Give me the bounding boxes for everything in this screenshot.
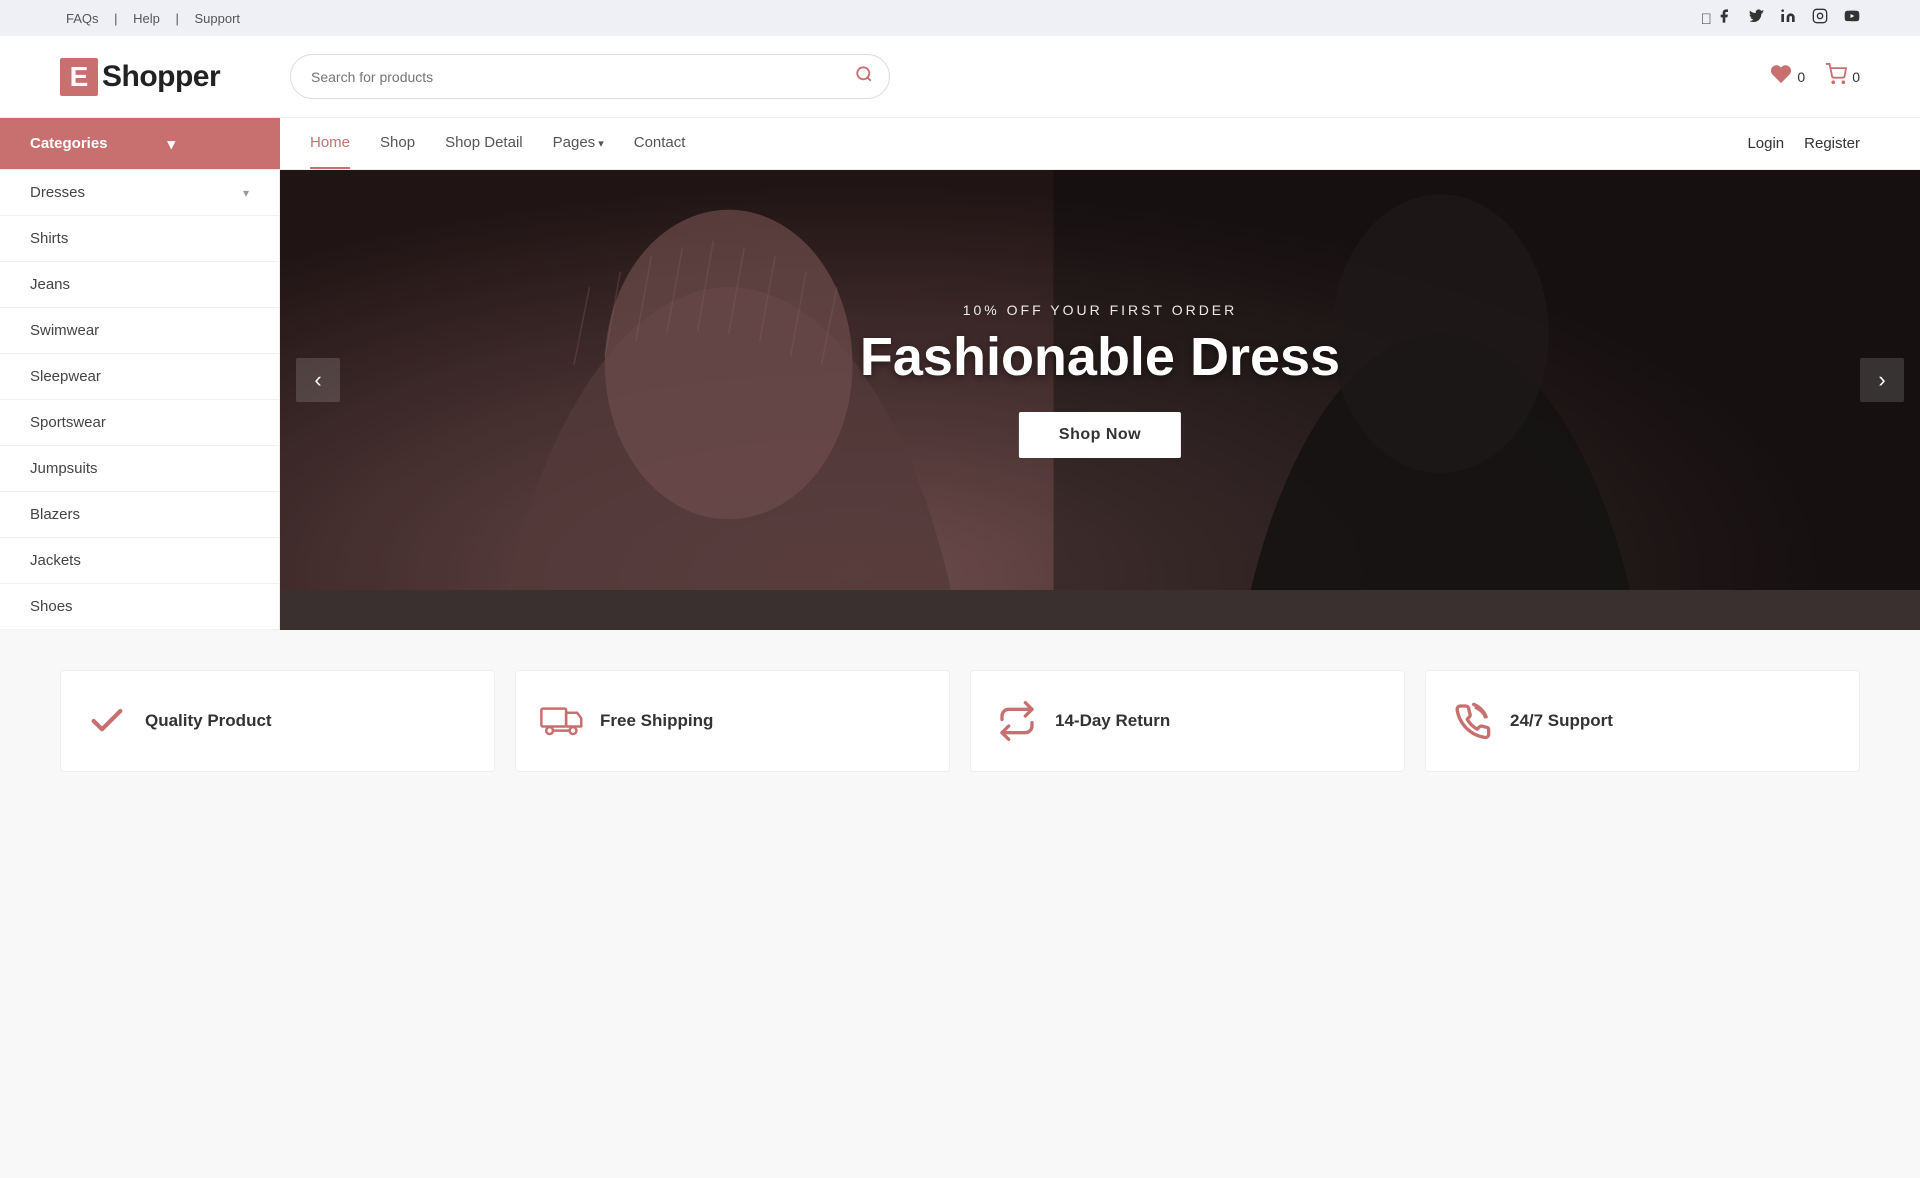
help-link[interactable]: Help (133, 11, 160, 26)
sidebar-item-sportswear[interactable]: Sportswear (0, 400, 279, 446)
youtube-icon[interactable] (1844, 8, 1860, 28)
return-label: 14-Day Return (1055, 711, 1170, 731)
sidebar-item-swimwear[interactable]: Swimwear (0, 308, 279, 354)
top-bar-social:  (1701, 8, 1860, 28)
sidebar-item-label: Jackets (30, 552, 81, 569)
header-actions: 0 0 (1770, 63, 1860, 90)
hero-content: 10% OFF YOUR FIRST ORDER Fashionable Dre… (860, 302, 1340, 457)
nav-pages[interactable]: Pages (553, 118, 604, 169)
wishlist-count: 0 (1797, 69, 1805, 85)
categories-chevron-icon: ▾ (168, 135, 176, 153)
nav-links: Home Shop Shop Detail Pages Contact (280, 118, 1747, 169)
features-section: Quality Product Free Shipping 14-Day Ret… (0, 630, 1920, 812)
sidebar-item-shoes[interactable]: Shoes (0, 584, 279, 630)
shipping-label: Free Shipping (600, 711, 713, 731)
wishlist-button[interactable]: 0 (1770, 63, 1805, 90)
sidebar-item-dresses[interactable]: Dresses ▾ (0, 170, 279, 216)
login-link[interactable]: Login (1747, 135, 1784, 152)
header: E Shopper 0 0 (0, 36, 1920, 118)
hero-subtitle: 10% OFF YOUR FIRST ORDER (860, 302, 1340, 318)
sidebar-item-label: Shoes (30, 598, 73, 615)
nav-contact[interactable]: Contact (634, 118, 686, 169)
sidebar-item-label: Sportswear (30, 414, 106, 431)
nav-shop-detail[interactable]: Shop Detail (445, 118, 523, 169)
sidebar-item-shirts[interactable]: Shirts (0, 216, 279, 262)
sidebar-item-label: Blazers (30, 506, 80, 523)
categories-button[interactable]: Categories ▾ (0, 118, 280, 169)
sidebar: Dresses ▾ Shirts Jeans Swimwear Sleepwea… (0, 170, 280, 630)
sidebar-item-blazers[interactable]: Blazers (0, 492, 279, 538)
linkedin-icon[interactable] (1780, 8, 1796, 28)
sidebar-item-jeans[interactable]: Jeans (0, 262, 279, 308)
heart-icon (1770, 63, 1792, 90)
truck-icon (540, 701, 584, 741)
hero-section: 10% OFF YOUR FIRST ORDER Fashionable Dre… (280, 170, 1920, 630)
categories-label: Categories (30, 135, 108, 152)
support-label: 24/7 Support (1510, 711, 1613, 731)
hero-title: Fashionable Dress (860, 328, 1340, 387)
hero-prev-button[interactable]: ‹ (296, 358, 340, 402)
search-input[interactable] (291, 59, 839, 95)
hero-next-button[interactable]: › (1860, 358, 1904, 402)
feature-shipping: Free Shipping (515, 670, 950, 772)
faq-link[interactable]: FAQs (66, 11, 99, 26)
shop-now-button[interactable]: Shop Now (1019, 412, 1181, 458)
feature-return: 14-Day Return (970, 670, 1405, 772)
nav-shop[interactable]: Shop (380, 118, 415, 169)
search-bar (290, 54, 890, 99)
top-bar: FAQs | Help | Support  (0, 0, 1920, 36)
logo[interactable]: E Shopper (60, 58, 260, 96)
sidebar-item-label: Sleepwear (30, 368, 101, 385)
sidebar-item-jackets[interactable]: Jackets (0, 538, 279, 584)
sidebar-item-label: Jumpsuits (30, 460, 98, 477)
sidebar-item-jumpsuits[interactable]: Jumpsuits (0, 446, 279, 492)
nav-bar: Categories ▾ Home Shop Shop Detail Pages… (0, 118, 1920, 170)
register-link[interactable]: Register (1804, 135, 1860, 152)
sidebar-item-label: Dresses (30, 184, 85, 201)
cart-count: 0 (1852, 69, 1860, 85)
sidebar-item-label: Jeans (30, 276, 70, 293)
sidebar-item-label: Shirts (30, 230, 68, 247)
instagram-icon[interactable] (1812, 8, 1828, 28)
nav-right: Login Register (1747, 118, 1920, 169)
hero-banner: 10% OFF YOUR FIRST ORDER Fashionable Dre… (280, 170, 1920, 590)
return-icon (995, 701, 1039, 741)
cart-icon (1825, 63, 1847, 90)
chevron-down-icon: ▾ (243, 186, 249, 200)
sidebar-item-label: Swimwear (30, 322, 99, 339)
check-icon (85, 701, 129, 741)
nav-home[interactable]: Home (310, 118, 350, 169)
main-layout: Dresses ▾ Shirts Jeans Swimwear Sleepwea… (0, 170, 1920, 630)
separator-2: | (176, 11, 183, 26)
search-button[interactable] (839, 55, 889, 98)
feature-quality: Quality Product (60, 670, 495, 772)
quality-label: Quality Product (145, 711, 272, 731)
feature-support: 24/7 Support (1425, 670, 1860, 772)
logo-name: Shopper (102, 60, 220, 94)
separator-1: | (114, 11, 121, 26)
support-link[interactable]: Support (195, 11, 241, 26)
phone-icon (1450, 701, 1494, 741)
logo-letter: E (60, 58, 98, 96)
twitter-icon[interactable] (1748, 8, 1764, 28)
cart-button[interactable]: 0 (1825, 63, 1860, 90)
top-bar-links: FAQs | Help | Support (60, 11, 246, 26)
sidebar-item-sleepwear[interactable]: Sleepwear (0, 354, 279, 400)
facebook-icon[interactable]:  (1701, 8, 1732, 28)
